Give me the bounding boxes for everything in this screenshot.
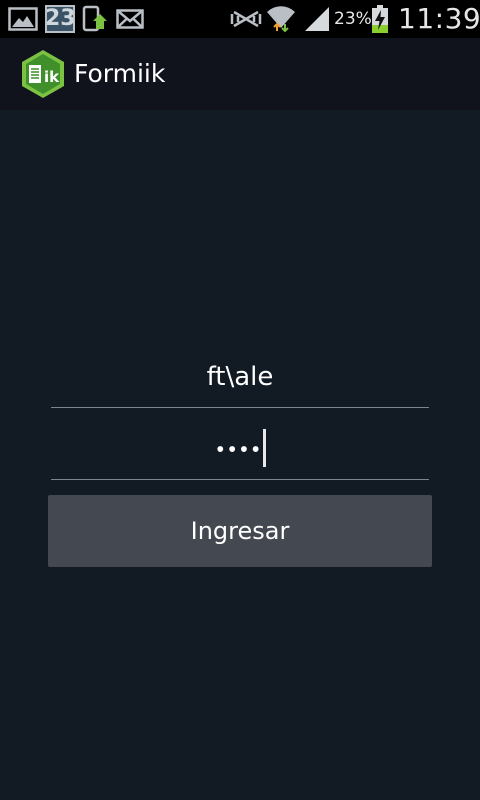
password-field[interactable]: •••• [51, 423, 429, 480]
signal-icon [303, 6, 331, 32]
calendar-day: 23 [45, 6, 76, 31]
nfc-icon [230, 8, 262, 30]
status-bar: 23 23% 11:39 [0, 0, 480, 38]
gallery-icon [8, 7, 38, 31]
svg-text:ik: ik [44, 68, 60, 86]
clock: 11:39 [398, 2, 480, 35]
phone-upload-icon [82, 5, 110, 33]
calendar-icon: 23 [45, 5, 76, 33]
email-icon [116, 9, 144, 29]
username-value: ft\ale [206, 362, 274, 392]
app-title: Formiik [74, 59, 166, 88]
battery-percent: 23% [334, 9, 372, 29]
login-button[interactable]: Ingresar [48, 495, 432, 567]
action-bar: ik Formiik [0, 38, 480, 110]
password-value-wrap: •••• [51, 429, 429, 467]
login-form: ft\ale •••• Ingresar [0, 110, 480, 800]
wifi-icon [266, 4, 296, 34]
username-field[interactable]: ft\ale [51, 351, 429, 408]
formiik-logo-icon: ik [20, 49, 66, 99]
text-cursor [262, 429, 266, 467]
password-value: •••• [214, 437, 262, 462]
battery-charging-icon [371, 5, 389, 33]
